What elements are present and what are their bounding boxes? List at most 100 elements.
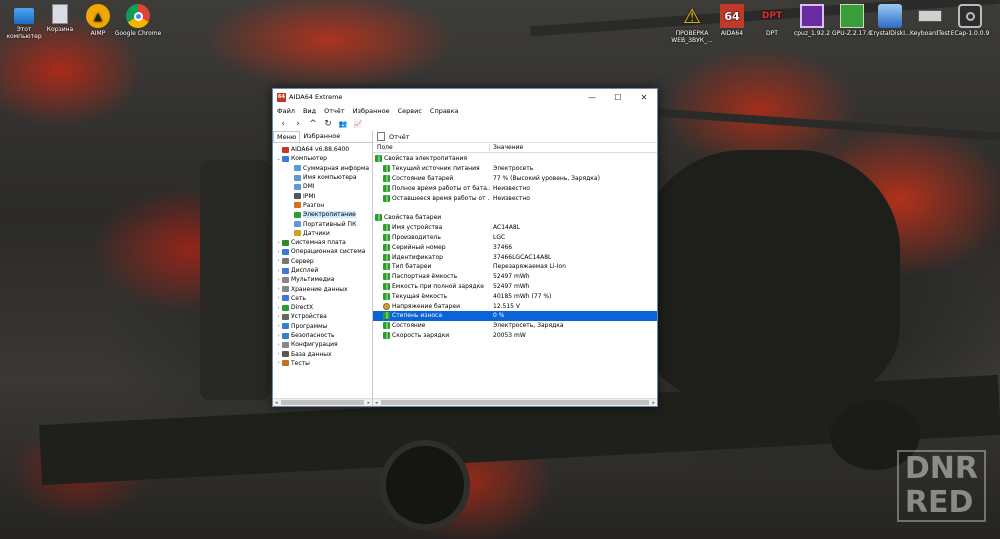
tree-item[interactable]: Имя компьютера [273,173,372,182]
field-cell: Ёмкость при полной зарядке [373,282,490,290]
value-cell: 77 % (Высокий уровень, Зарядка) [493,174,600,182]
title-bar[interactable]: 64 AIDA64 Extreme — ☐ ✕ [273,89,657,105]
value-cell: Электросеть, Зарядка [493,322,564,330]
tree-item[interactable]: AIDA64 v6.88.6400 [273,145,372,154]
column-header-value[interactable]: Значение [490,144,523,151]
helicopter-tail [200,160,270,400]
close-button[interactable]: ✕ [631,89,657,105]
scrollbar-thumb[interactable] [280,400,365,405]
desktop-icon-google-chrome[interactable]: Google Chrome [114,4,162,37]
expand-icon[interactable]: ⌄ [275,156,282,162]
table-row[interactable]: Серийный номер 37466 [373,242,657,252]
refresh-icon[interactable]: ↻ [322,118,334,130]
tree-item[interactable]: › DirectX [273,303,372,312]
scrollbar-thumb[interactable] [380,400,650,405]
tab-menu[interactable]: Меню [273,131,301,142]
table-row[interactable]: Идентификатор 37466LGCAC14A8L [373,252,657,262]
tree-item[interactable]: DMI [273,182,372,191]
table-row[interactable]: Состояние Электросеть, Зарядка [373,321,657,331]
menu-view[interactable]: Вид [303,107,316,115]
horizontal-scrollbar[interactable]: ◂ ▸ [373,398,657,406]
menu-favorites[interactable]: Избранное [353,107,390,115]
table-row[interactable]: Паспортная ёмкость 52497 mWh [373,272,657,282]
table-row[interactable]: Напряжение батареи 12.515 V [373,301,657,311]
aida64-window[interactable]: 64 AIDA64 Extreme — ☐ ✕ Файл Вид Отчёт И… [272,88,658,407]
tree-item[interactable]: Портативный ПК [273,219,372,228]
table-row[interactable]: Ёмкость при полной зарядке 52497 mWh [373,282,657,292]
expand-icon[interactable]: › [275,286,282,292]
toolbar: ‹ › ^ ↻ 👥 📈 [273,117,657,131]
table-row[interactable]: Имя устройства AC14A8L [373,223,657,233]
table-row[interactable]: Тип батареи Перезаряжаемая Li-Ion [373,262,657,272]
expand-icon[interactable]: › [275,277,282,283]
table-row[interactable]: Полное время работы от бата... Неизвестно [373,183,657,193]
chart-icon[interactable]: 📈 [352,118,364,130]
report-button[interactable]: Отчёт [389,133,410,141]
scroll-right-icon[interactable]: ▸ [367,400,370,406]
tree-item[interactable]: ⌄ Компьютер [273,154,372,163]
tree-item[interactable]: › Безопасность [273,331,372,340]
expand-icon[interactable]: › [275,314,282,320]
table-row[interactable]: Производитель LGC [373,233,657,243]
tree-item-label: DMI [303,183,315,191]
table-row[interactable]: Текущий источник питания Электросеть [373,164,657,174]
expand-icon[interactable]: › [275,351,282,357]
expand-icon[interactable]: › [275,240,282,246]
tree-item-icon [282,267,289,274]
battery-icon [383,243,390,251]
expand-icon[interactable]: › [275,295,282,301]
expand-icon[interactable]: › [275,323,282,329]
table-section-row[interactable]: Свойства электропитания [373,154,657,164]
tree-item[interactable]: › База данных [273,350,372,359]
expand-icon[interactable]: › [275,258,282,264]
horizontal-scrollbar[interactable]: ◂ ▸ [273,398,372,406]
back-arrow-icon[interactable]: ‹ [277,118,289,130]
users-icon[interactable]: 👥 [337,118,349,130]
expand-icon[interactable]: › [275,305,282,311]
tab-favorites[interactable]: Избранное [300,131,343,142]
tree-item[interactable]: › Хранение данных [273,284,372,293]
tree-item[interactable]: Суммарная информа [273,164,372,173]
menu-report[interactable]: Отчёт [324,107,345,115]
tree-item[interactable]: › Мультимедиа [273,275,372,284]
table-row[interactable]: Состояние батарей 77 % (Высокий уровень, … [373,174,657,184]
scroll-right-icon[interactable]: ▸ [652,400,655,406]
desktop-icon-ecap[interactable]: ECap-1.0.0.9 [946,4,994,37]
tree-item[interactable]: › Операционная система [273,247,372,256]
tree-item[interactable]: › Сервер [273,257,372,266]
tree-item-label: Сеть [291,294,306,302]
table-row[interactable]: Степень износа 0 % [373,310,657,321]
tree-item-icon [294,202,301,209]
tree-item[interactable]: IPMI [273,191,372,200]
expand-icon[interactable]: › [275,333,282,339]
tree-item[interactable]: › Устройства [273,312,372,321]
table-row[interactable]: Оставшееся время работы от ... Неизвестно [373,193,657,203]
table-section-row[interactable]: Свойства батареи [373,213,657,223]
menu-help[interactable]: Справка [430,107,459,115]
table-row[interactable]: Текущая ёмкость 40185 mWh (77 %) [373,291,657,301]
menu-file[interactable]: Файл [277,107,295,115]
tree-item[interactable]: › Дисплей [273,266,372,275]
tree-item[interactable]: › Программы [273,322,372,331]
tree-item[interactable]: Электропитание [273,210,372,219]
tree-item[interactable]: › Сеть [273,294,372,303]
expand-icon[interactable]: › [275,360,282,366]
scroll-left-icon[interactable]: ◂ [275,400,278,406]
navigation-tree[interactable]: AIDA64 v6.88.6400 ⌄ Компьютер Суммарная инф… [273,143,372,398]
forward-arrow-icon[interactable]: › [292,118,304,130]
tree-item[interactable]: › Тесты [273,359,372,368]
table-row[interactable]: Скорость зарядки 20053 mW [373,331,657,341]
maximize-button[interactable]: ☐ [605,89,631,105]
tree-item[interactable]: Разгон [273,201,372,210]
tree-item[interactable]: Датчики [273,229,372,238]
tree-item[interactable]: › Системная плата [273,238,372,247]
up-arrow-icon[interactable]: ^ [307,118,319,130]
expand-icon[interactable]: › [275,342,282,348]
expand-icon[interactable]: › [275,249,282,255]
minimize-button[interactable]: — [579,89,605,105]
scroll-left-icon[interactable]: ◂ [375,400,378,406]
menu-service[interactable]: Сервис [398,107,422,115]
tree-item[interactable]: › Конфигурация [273,340,372,349]
expand-icon[interactable]: › [275,268,282,274]
column-header-field[interactable]: Поле [373,144,490,151]
